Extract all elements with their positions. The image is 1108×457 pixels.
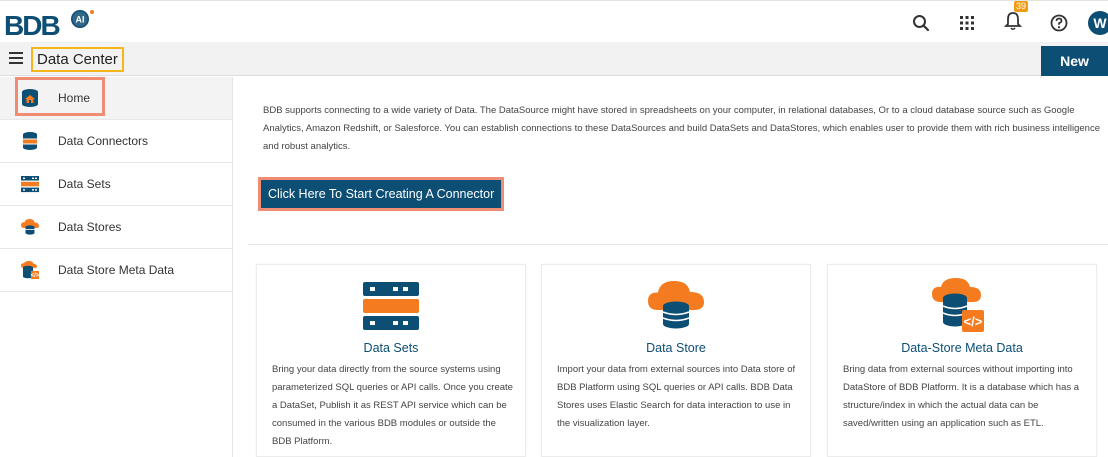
bell-icon: [1003, 11, 1023, 36]
home-database-icon: [20, 88, 40, 108]
meta-data-icon: </>: [20, 260, 40, 280]
intro-text: BDB supports connecting to a wide variet…: [263, 105, 1101, 152]
card-data-store[interactable]: Data Store Import your data from externa…: [541, 264, 811, 457]
svg-text:</>: </>: [964, 314, 983, 329]
card-data-store-meta-data[interactable]: </> Data-Store Meta Data Bring data from…: [827, 264, 1097, 457]
cloud-database-icon: [644, 277, 708, 335]
logo-badge-text: AI: [76, 15, 85, 25]
card-title: Data-Store Meta Data: [901, 341, 1023, 355]
sidebar-item-home[interactable]: Home: [0, 77, 232, 120]
svg-text:</>: </>: [31, 273, 40, 279]
server-stack-icon: [359, 277, 423, 335]
sidebar-item-data-sets[interactable]: Data Sets: [0, 163, 232, 206]
new-button[interactable]: New: [1041, 46, 1108, 76]
search-icon[interactable]: [906, 9, 936, 37]
sidebar-item-data-stores[interactable]: Data Stores: [0, 206, 232, 249]
card-description: Bring data from external sources without…: [843, 364, 1080, 429]
sidebar: Home Data Connectors Data Sets Data Stor…: [0, 77, 233, 457]
sidebar-item-label: Data Stores: [58, 220, 122, 234]
avatar: W: [1088, 11, 1108, 35]
card-title: Data Store: [646, 341, 706, 355]
bdb-logo[interactable]: BDB AI: [4, 9, 104, 41]
server-stack-icon: [20, 174, 40, 194]
hamburger-menu-icon[interactable]: [9, 52, 23, 66]
user-avatar-button[interactable]: W: [1088, 9, 1108, 37]
create-connector-button[interactable]: Click Here To Start Creating A Connector: [261, 180, 502, 208]
sidebar-item-label: Home: [58, 91, 91, 105]
divider: [248, 244, 1108, 245]
page-title: Data Center: [31, 47, 124, 72]
cta-highlight-box: Click Here To Start Creating A Connector: [258, 177, 505, 211]
sidebar-item-label: Data Connectors: [58, 134, 149, 148]
help-icon[interactable]: [1044, 9, 1074, 37]
database-icon: [20, 131, 40, 151]
sidebar-item-label: Data Sets: [58, 177, 111, 191]
notifications-button[interactable]: 39: [998, 1, 1029, 37]
module-header: Data Center New: [0, 42, 1108, 76]
sidebar-item-label: Data Store Meta Data: [58, 263, 175, 277]
cloud-database-icon: [20, 217, 40, 237]
top-bar: BDB AI 39 W: [0, 0, 1108, 42]
main-content: BDB supports connecting to a wide variet…: [233, 77, 1108, 457]
logo-text: BDB: [4, 10, 59, 39]
card-title: Data Sets: [363, 341, 419, 355]
apps-grid-icon[interactable]: [952, 9, 982, 37]
meta-data-icon: </>: [930, 277, 994, 335]
card-description: Import your data from external sources i…: [557, 364, 796, 429]
sidebar-item-data-store-meta-data[interactable]: </> Data Store Meta Data: [0, 249, 232, 292]
card-data-sets[interactable]: Data Sets Bring your data directly from …: [256, 264, 526, 457]
sidebar-item-data-connectors[interactable]: Data Connectors: [0, 120, 232, 163]
notification-count-badge: 39: [1014, 1, 1029, 12]
card-description: Bring your data directly from the source…: [272, 364, 513, 447]
